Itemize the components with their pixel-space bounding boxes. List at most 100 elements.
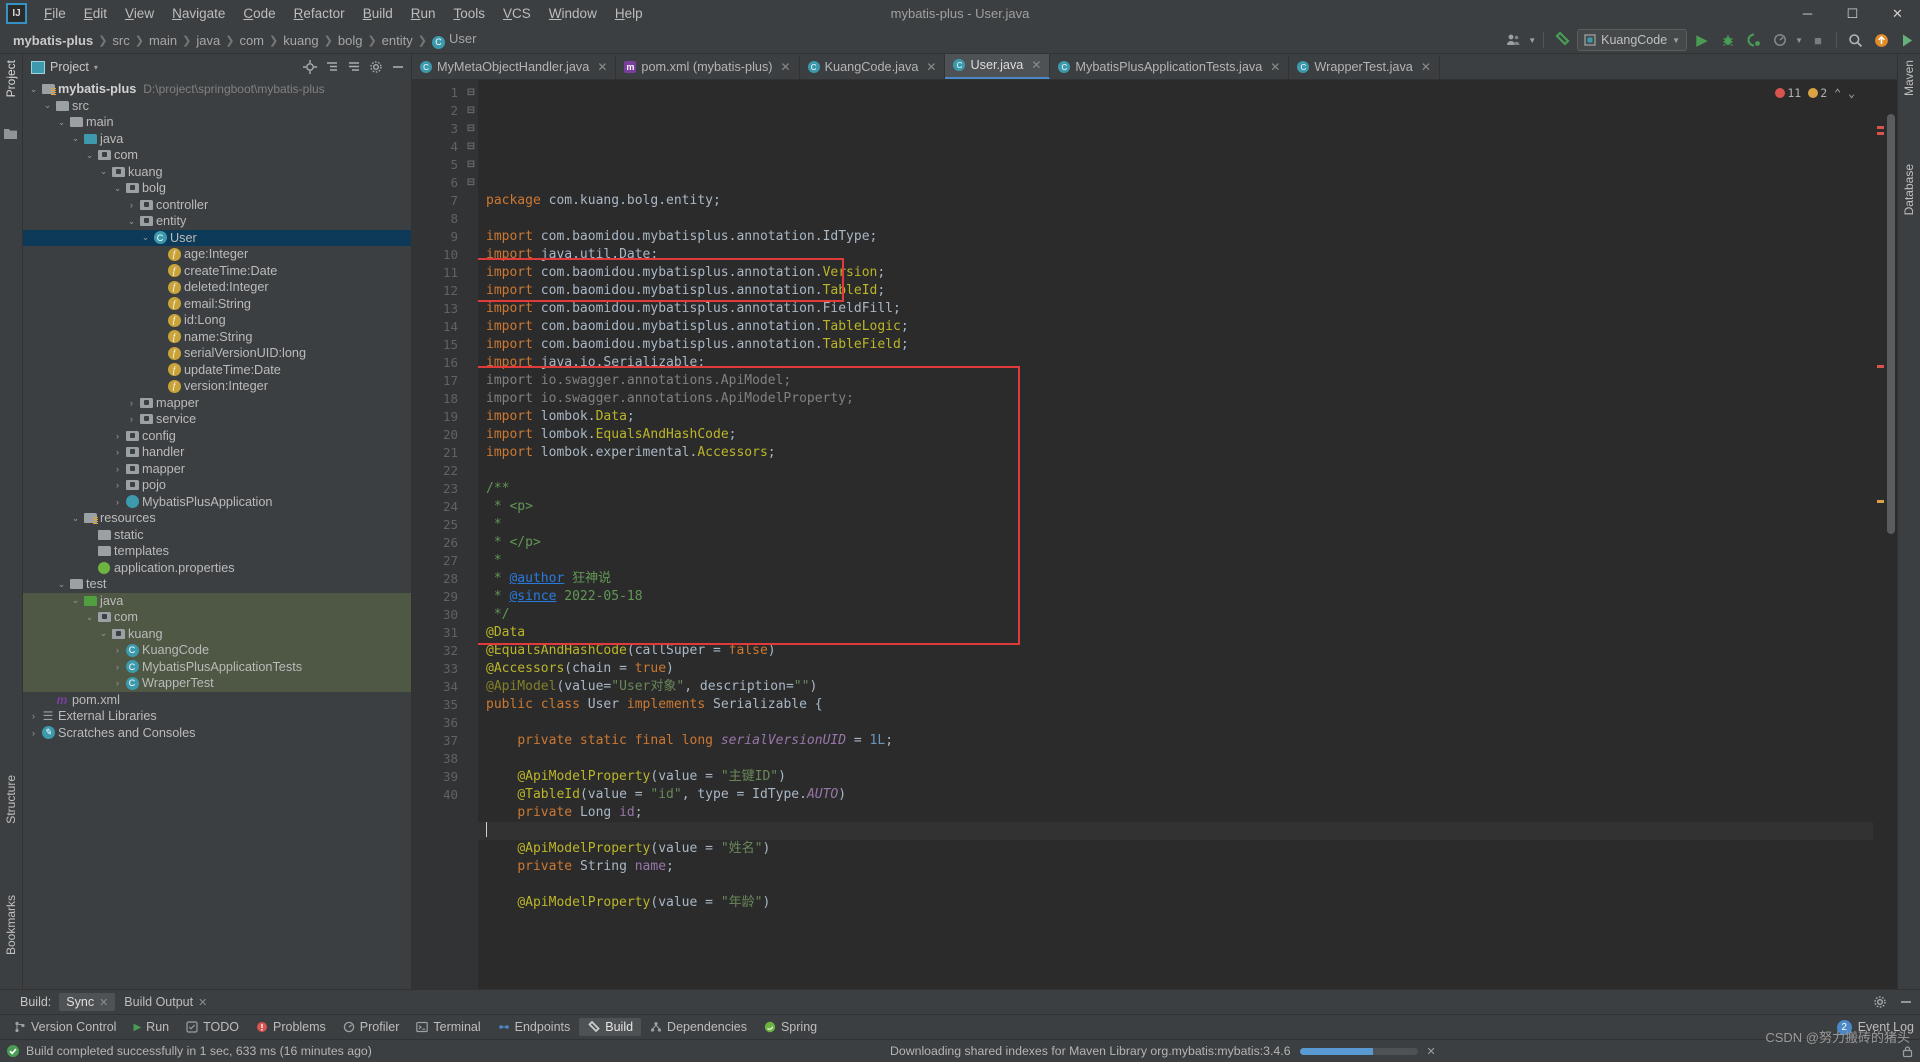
- tree-expand-arrow[interactable]: ⌄: [111, 183, 124, 194]
- error-stripe-markers[interactable]: [1873, 80, 1885, 989]
- tree-expand-arrow[interactable]: ›: [111, 447, 124, 457]
- fold-marker[interactable]: ⊟: [464, 174, 478, 192]
- user-group-icon[interactable]: [1502, 29, 1524, 51]
- close-tab-icon[interactable]: ✕: [1031, 58, 1041, 72]
- tree-node-id-long[interactable]: f id:Long: [23, 312, 411, 329]
- tree-node-com[interactable]: ⌄ com: [23, 147, 411, 164]
- profiler-chevron-icon[interactable]: ▼: [1795, 36, 1803, 45]
- chevron-down-icon[interactable]: ▾: [94, 63, 98, 72]
- debug-bug-icon[interactable]: [1717, 29, 1739, 51]
- tree-node-handler[interactable]: › handler: [23, 444, 411, 461]
- tool-window-spring[interactable]: Spring: [756, 1018, 825, 1036]
- breadcrumb-kuang[interactable]: kuang: [278, 33, 323, 48]
- rail-project-label[interactable]: Project: [4, 60, 18, 97]
- cancel-indexing-icon[interactable]: ✕: [1427, 1045, 1436, 1058]
- rail-database-label[interactable]: Database: [1902, 164, 1916, 215]
- menu-item-help[interactable]: Help: [606, 3, 652, 24]
- tree-node-entity[interactable]: ⌄ entity: [23, 213, 411, 230]
- close-tab-icon[interactable]: ✕: [597, 60, 607, 74]
- tree-node-updatetime-date[interactable]: f updateTime:Date: [23, 362, 411, 379]
- tool-window-dependencies[interactable]: Dependencies: [642, 1018, 755, 1036]
- update-icon[interactable]: [1870, 29, 1892, 51]
- fold-marker[interactable]: ⊟: [464, 120, 478, 138]
- close-tab-icon[interactable]: ✕: [781, 60, 791, 74]
- tree-node-controller[interactable]: › controller: [23, 197, 411, 214]
- fold-marker[interactable]: ⊟: [464, 156, 478, 174]
- breadcrumb-src[interactable]: src: [107, 33, 134, 48]
- code-content[interactable]: 11 2 ⌃ ⌄ package com.kuang.bolg.entity; …: [478, 80, 1873, 989]
- tree-expand-arrow[interactable]: ›: [111, 678, 124, 688]
- breadcrumb-user[interactable]: C User: [427, 31, 481, 49]
- tree-expand-arrow[interactable]: ⌄: [125, 216, 138, 227]
- close-tab-icon[interactable]: ✕: [926, 60, 936, 74]
- prev-problem-icon[interactable]: ⌃: [1834, 84, 1841, 102]
- tree-node-mybatisplusapplicationtests[interactable]: › C MybatisPlusApplicationTests: [23, 658, 411, 675]
- tree-node-age-integer[interactable]: f age:Integer: [23, 246, 411, 263]
- build-hammer-icon[interactable]: [1551, 29, 1573, 51]
- tree-expand-arrow[interactable]: ›: [111, 497, 124, 507]
- expand-icon[interactable]: [344, 57, 364, 77]
- run-button[interactable]: ▶: [1691, 29, 1713, 51]
- rail-folder-icon[interactable]: [4, 128, 17, 142]
- tree-node-pom-xml[interactable]: m pom.xml: [23, 692, 411, 709]
- menu-item-build[interactable]: Build: [354, 3, 402, 24]
- editor-scrollbar[interactable]: [1885, 80, 1897, 989]
- fold-marker[interactable]: ⊟: [464, 102, 478, 120]
- tree-node-main[interactable]: ⌄ main: [23, 114, 411, 131]
- close-icon[interactable]: ✕: [198, 996, 207, 1009]
- hide-panel-icon[interactable]: [388, 57, 408, 77]
- tree-expand-arrow[interactable]: ⌄: [139, 232, 152, 243]
- tree-expand-arrow[interactable]: ⌄: [55, 579, 68, 590]
- tree-node-deleted-integer[interactable]: f deleted:Integer: [23, 279, 411, 296]
- tree-node-wrappertest[interactable]: › C WrapperTest: [23, 675, 411, 692]
- editor-tab-mymetaobjecthandler-java[interactable]: C MyMetaObjectHandler.java ✕: [412, 55, 617, 79]
- minimize-button[interactable]: ─: [1785, 0, 1830, 27]
- breadcrumb-com[interactable]: com: [234, 33, 269, 48]
- tree-node-external-libraries[interactable]: › ☰ External Libraries: [23, 708, 411, 725]
- stop-button[interactable]: ■: [1807, 29, 1829, 51]
- breadcrumb-mybatis-plus[interactable]: mybatis-plus: [8, 33, 98, 48]
- tree-node-resources[interactable]: ⌄ resources: [23, 510, 411, 527]
- menu-item-file[interactable]: File: [35, 3, 75, 24]
- menu-item-tools[interactable]: Tools: [445, 3, 495, 24]
- tool-window-endpoints[interactable]: Endpoints: [490, 1018, 579, 1036]
- user-dropdown-chevron-icon[interactable]: ▼: [1528, 36, 1536, 45]
- breadcrumb-java[interactable]: java: [191, 33, 225, 48]
- editor-tab-pom-xml--mybatis-plus-[interactable]: m pom.xml (mybatis-plus) ✕: [616, 55, 800, 79]
- breadcrumb-entity[interactable]: entity: [377, 33, 418, 48]
- menu-item-run[interactable]: Run: [402, 3, 445, 24]
- tree-node-serialversionuid-long[interactable]: f serialVersionUID:long: [23, 345, 411, 362]
- tree-expand-arrow[interactable]: ›: [125, 414, 138, 424]
- tree-expand-arrow[interactable]: ›: [111, 431, 124, 441]
- menu-item-edit[interactable]: Edit: [75, 3, 116, 24]
- breadcrumb-bolg[interactable]: bolg: [333, 33, 368, 48]
- lock-icon[interactable]: [1901, 1045, 1914, 1058]
- tree-expand-arrow[interactable]: ›: [125, 200, 138, 210]
- tree-node-name-string[interactable]: f name:String: [23, 329, 411, 346]
- tree-expand-arrow[interactable]: ⌄: [97, 628, 110, 639]
- tree-node-createtime-date[interactable]: f createTime:Date: [23, 263, 411, 280]
- inspection-widget[interactable]: 11 2 ⌃ ⌄: [1775, 84, 1855, 102]
- maximize-button[interactable]: ☐: [1830, 0, 1875, 27]
- breadcrumb-main[interactable]: main: [144, 33, 182, 48]
- tree-expand-arrow[interactable]: ⌄: [83, 612, 96, 623]
- tree-expand-arrow[interactable]: ›: [125, 398, 138, 408]
- tool-window-run[interactable]: ▶ Run: [125, 1018, 177, 1036]
- tree-node-mybatisplusapplication[interactable]: › MybatisPlusApplication: [23, 494, 411, 511]
- close-tab-icon[interactable]: ✕: [1421, 60, 1431, 74]
- tree-node-email-string[interactable]: f email:String: [23, 296, 411, 313]
- tree-node-test[interactable]: ⌄ test: [23, 576, 411, 593]
- tree-node-kuang[interactable]: ⌄ kuang: [23, 164, 411, 181]
- build-tab-build-output[interactable]: Build Output ✕: [117, 993, 214, 1011]
- tree-expand-arrow[interactable]: ⌄: [69, 133, 82, 144]
- settings-gear-icon[interactable]: [366, 57, 386, 77]
- minimize-icon[interactable]: [1896, 992, 1916, 1012]
- tree-expand-arrow[interactable]: ⌄: [83, 150, 96, 161]
- tree-expand-arrow[interactable]: ›: [111, 662, 124, 672]
- menu-item-view[interactable]: View: [116, 3, 163, 24]
- locate-icon[interactable]: [300, 57, 320, 77]
- tree-node-com[interactable]: ⌄ com: [23, 609, 411, 626]
- tree-expand-arrow[interactable]: ⌄: [27, 84, 40, 95]
- tree-node-java[interactable]: ⌄ java: [23, 131, 411, 148]
- tree-node-bolg[interactable]: ⌄ bolg: [23, 180, 411, 197]
